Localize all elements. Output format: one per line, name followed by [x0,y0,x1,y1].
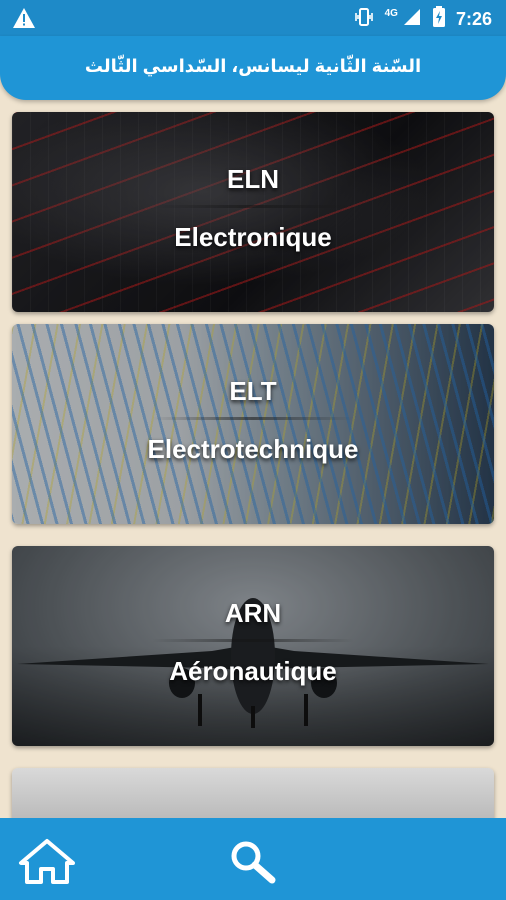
card-divider [152,205,354,208]
app-header: السّنة الثّانية ليسانس، السّداسي الثّالث [0,36,506,100]
bottom-navigation [0,818,506,900]
specialty-name: Electronique [174,222,332,252]
card-divider [152,639,354,642]
signal-icon [402,7,422,32]
clock: 7:26 [455,9,492,29]
specialty-name: Electrotechnique [147,434,359,464]
specialty-card-elt[interactable]: ELT Electrotechnique [12,324,494,524]
battery-charging-icon [432,6,446,33]
specialty-code: ELT [229,376,277,406]
specialty-code: ELN [227,164,279,194]
specialty-card-arn[interactable]: ARN Aéronautique [12,546,494,746]
page-title: السّنة الثّانية ليسانس، السّداسي الثّالث [84,55,422,76]
specialty-card-eln[interactable]: ELN Electronique [12,112,494,312]
home-icon[interactable] [18,838,76,889]
specialty-code: ARN [224,598,282,628]
search-icon[interactable] [228,838,278,889]
specialty-name: Aéronautique [169,656,337,686]
card-divider [152,417,354,420]
network-type: 4G [384,8,398,19]
warning-icon [12,7,36,34]
status-bar: 4G 7:26 [0,0,506,36]
vibrate-icon [353,6,375,33]
